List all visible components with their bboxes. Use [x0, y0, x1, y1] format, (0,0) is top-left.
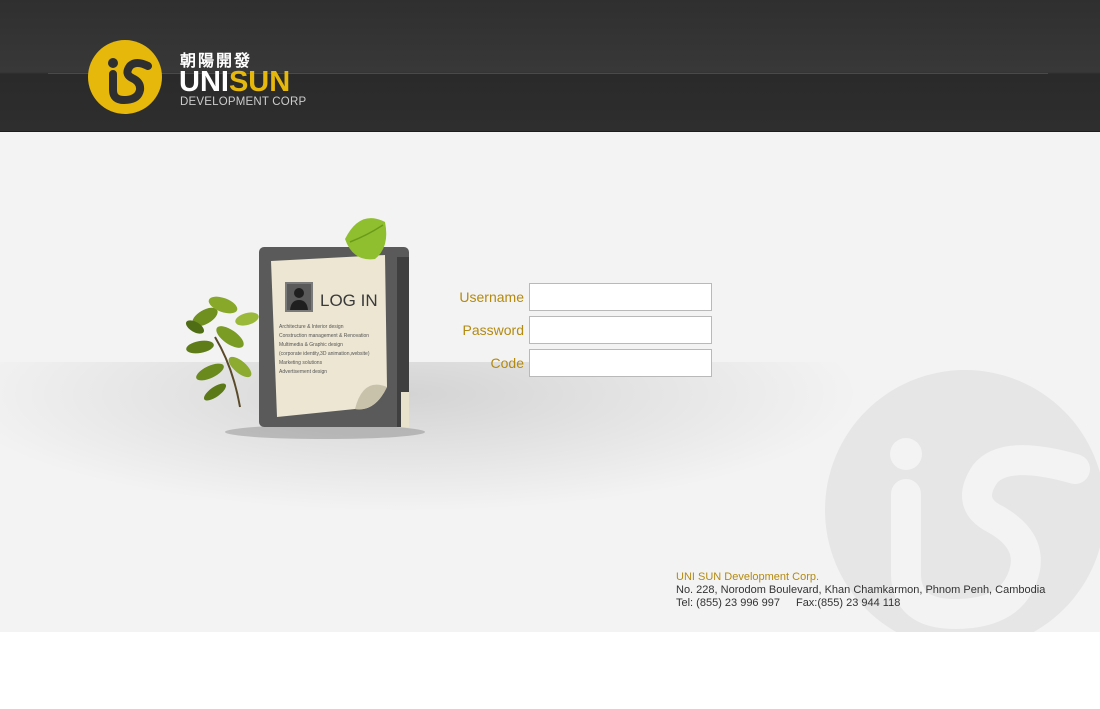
floor-shadow: [0, 362, 900, 522]
footer-company-name: UNI SUN Development Corp.: [676, 571, 820, 583]
service-line-6: Advertisement design: [279, 369, 327, 375]
company-contact: UNI SUN Development Corp. No. 228, Norod…: [676, 571, 1045, 610]
service-line-1: Architecture & Interior design: [279, 324, 344, 330]
code-input[interactable]: [529, 349, 712, 377]
footer-tel: Tel: (855) 23 996 997: [676, 597, 780, 609]
service-line-5: Marketing solutions: [279, 360, 323, 366]
site-header: 朝陽開發 UNISUN DEVELOPMENT CORP: [0, 0, 1100, 132]
service-line-3: Multimedia & Graphic design: [279, 342, 343, 348]
logo-brand-sun: SUN: [228, 66, 291, 98]
service-line-2: Construction management & Renovation: [279, 333, 369, 339]
service-line-4: (corporate identity,3D animation,website…: [279, 351, 370, 357]
code-label: Code: [490, 355, 524, 371]
footer-fax: Fax:(855) 23 944 118: [795, 597, 901, 609]
password-input[interactable]: [529, 316, 712, 344]
login-area: LOG IN Architecture & Interior design Co…: [0, 132, 1100, 632]
footer-phone-fax: Tel: (855) 23 996 997 Fax:(855) 23 944 11…: [676, 597, 1045, 610]
unisun-logo-icon: [88, 40, 162, 114]
user-silhouette-icon: [285, 282, 313, 312]
plant-icon: [185, 296, 259, 408]
login-folder-illustration: LOG IN Architecture & Interior design Co…: [185, 218, 425, 439]
password-row: Password: [440, 316, 720, 346]
username-row: Username: [440, 283, 720, 313]
logo-subtitle: DEVELOPMENT CORP: [180, 96, 307, 108]
unisun-logo[interactable]: 朝陽開發 UNISUN DEVELOPMENT CORP: [88, 40, 318, 116]
username-input[interactable]: [529, 283, 712, 311]
code-row: Code: [440, 349, 720, 379]
logo-brand-name: UNISUN: [179, 66, 290, 99]
folder-title: LOG IN: [320, 291, 378, 310]
footer-address: No. 228, Norodom Boulevard, Khan Chamkar…: [676, 584, 1046, 596]
username-label: Username: [459, 289, 524, 305]
password-label: Password: [462, 322, 524, 338]
logo-brand-uni: UNI: [179, 66, 229, 98]
